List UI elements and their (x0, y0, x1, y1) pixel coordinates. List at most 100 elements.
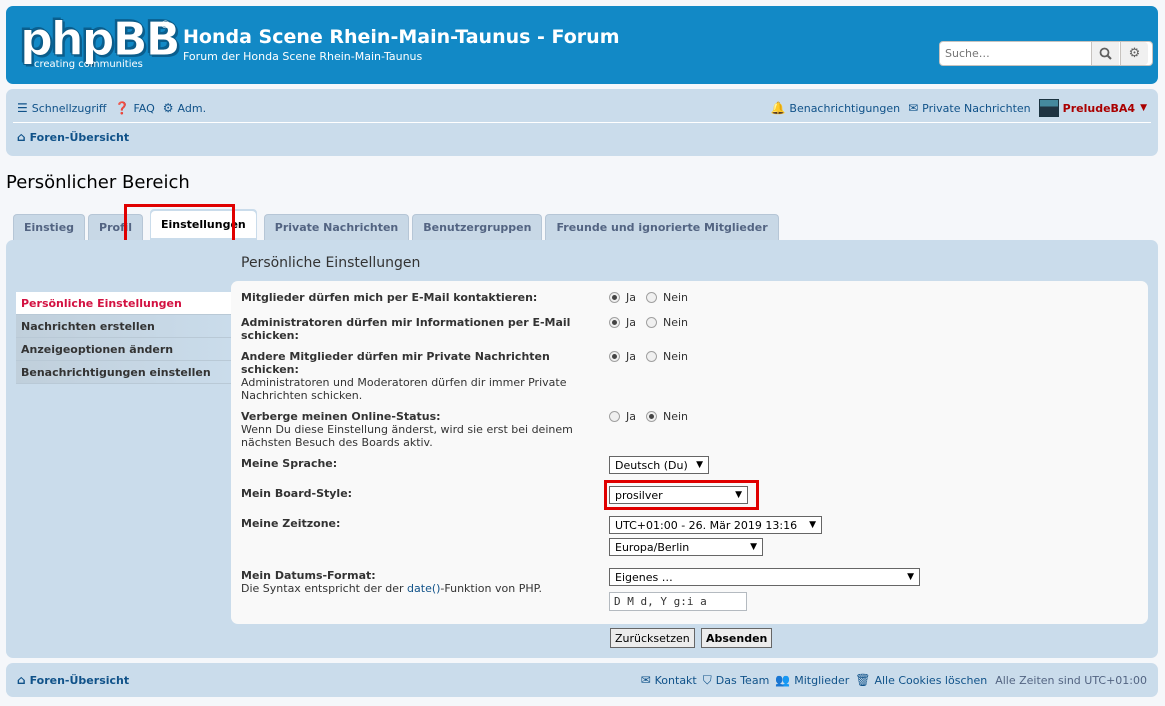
site-title[interactable]: Honda Scene Rhein-Main-Taunus - Forum (183, 26, 620, 48)
home-icon: ⌂ (17, 130, 26, 144)
user-menu[interactable]: PreludeBA4 ▼ (1038, 99, 1147, 117)
setting-label-text: Verberge meinen Online-Status: (241, 410, 441, 423)
radio-no-label: Nein (663, 291, 689, 304)
quicklinks-menu[interactable]: ☰ Schnellzugriff (17, 101, 107, 115)
radio-yes[interactable] (609, 317, 620, 328)
search-input[interactable] (940, 42, 1090, 65)
breadcrumb-home[interactable]: ⌂ Foren-Übersicht (17, 130, 129, 144)
logo-registered-mark: ® (160, 18, 171, 31)
username: PreludeBA4 (1062, 101, 1136, 115)
private-messages-link[interactable]: ✉ Private Nachrichten (908, 101, 1031, 115)
hamburger-icon: ☰ (17, 101, 28, 115)
hint-text: Die Syntax entspricht der der (241, 582, 408, 595)
setting-label: Mein Board-Style: (241, 487, 353, 500)
setting-hint: Wenn Du diese Einstellung änderst, wird … (241, 423, 573, 449)
footer-breadcrumb-label: Foren-Übersicht (29, 673, 130, 687)
side-item-personal-settings[interactable]: Persönliche Einstellungen (16, 292, 231, 315)
setting-label-text: Mein Datums-Format: (241, 569, 376, 582)
faq-label: FAQ (133, 101, 155, 115)
delete-cookies-label: Alle Cookies löschen (874, 673, 988, 687)
reset-button[interactable]: Zurücksetzen (610, 628, 695, 648)
avatar (1038, 99, 1059, 117)
envelope-icon: ✉ (640, 673, 651, 687)
users-icon: 👥 (775, 673, 791, 687)
navbar-divider (13, 122, 1151, 123)
radio-no[interactable] (646, 292, 657, 303)
setting-label: Mitglieder dürfen mich per E-Mail kontak… (241, 291, 538, 304)
radio-yes-label: Ja (626, 291, 636, 304)
language-value: Deutsch (Du) (615, 458, 688, 472)
team-link[interactable]: ⛉ Das Team (703, 673, 770, 688)
dropdown-arrow-icon: ▼ (809, 520, 816, 530)
quicklinks-label: Schnellzugriff (31, 101, 107, 115)
notifications-link[interactable]: 🔔 Benachrichtigungen (770, 101, 900, 115)
delete-cookies-link[interactable]: 🗑 Alle Cookies löschen (855, 673, 987, 687)
tab-usergroups[interactable]: Benutzergruppen (412, 214, 543, 240)
faq-link[interactable]: ❓ FAQ (115, 101, 155, 115)
members-label: Mitglieder (794, 673, 850, 687)
radio-no-label: Nein (663, 316, 689, 329)
logo-tagline: creating communities (34, 59, 143, 70)
shield-icon: ⛉ (702, 672, 712, 687)
setting-label: Meine Sprache: (241, 457, 338, 470)
timezone-region-value: Europa/Berlin (615, 540, 690, 554)
setting-label-text: Andere Mitglieder dürfen mir Private Nac… (241, 350, 550, 376)
timezone-region-select[interactable]: Europa/Berlin ▼ (609, 538, 763, 556)
navbar: ☰ Schnellzugriff ❓ FAQ ⚙ Adm. 🔔 Benachri… (6, 89, 1158, 156)
ucp-panel: Persönliche Einstellungen Persönliche Ei… (6, 240, 1158, 658)
search-button[interactable] (1091, 42, 1119, 65)
radio-yes[interactable] (609, 411, 620, 422)
radio-yes-label: Ja (626, 350, 636, 363)
members-link[interactable]: 👥 Mitglieder (775, 673, 849, 687)
side-item-notification-settings[interactable]: Benachrichtigungen einstellen (16, 361, 231, 384)
trash-icon: 🗑 (855, 673, 871, 687)
radio-no-label: Nein (663, 350, 689, 363)
breadcrumb-label: Foren-Übersicht (29, 130, 130, 144)
setting-label: Mein Datums-Format: Die Syntax entsprich… (241, 569, 586, 595)
dropdown-arrow-icon: ▼ (750, 542, 757, 552)
acp-link[interactable]: ⚙ Adm. (163, 101, 206, 115)
dateformat-select[interactable]: Eigenes … ▼ (609, 568, 920, 586)
tab-friends-foes[interactable]: Freunde und ignorierte Mitglieder (545, 214, 779, 240)
content-title: Persönliche Einstellungen (241, 255, 421, 271)
language-select[interactable]: Deutsch (Du) ▼ (609, 456, 709, 474)
private-messages-label: Private Nachrichten (922, 101, 1031, 115)
timezone-date-select[interactable]: UTC+01:00 - 26. Mär 2019 13:16 ▼ (609, 516, 822, 534)
custom-dateformat-input[interactable] (609, 592, 747, 611)
hint-text: -Funktion von PHP. (440, 582, 543, 595)
notifications-label: Benachrichtigungen (789, 101, 901, 115)
radio-yes[interactable] (609, 351, 620, 362)
cogs-icon: ⚙ (162, 101, 174, 115)
gear-icon: ⚙ (1128, 46, 1141, 61)
tab-overview[interactable]: Einstieg (13, 214, 86, 240)
setting-hint: Administratoren und Moderatoren dürfen d… (241, 376, 567, 402)
tab-private-messages[interactable]: Private Nachrichten (263, 214, 410, 240)
side-item-post-settings[interactable]: Nachrichten erstellen (16, 315, 231, 338)
contact-link[interactable]: ✉ Kontakt (641, 673, 697, 687)
settings-form: Mitglieder dürfen mich per E-Mail kontak… (231, 281, 1148, 624)
side-menu: Persönliche Einstellungen Nachrichten er… (16, 292, 231, 384)
team-label: Das Team (715, 673, 770, 687)
timezone-info: Alle Zeiten sind UTC+01:00 (995, 673, 1147, 687)
setting-hint: Die Syntax entspricht der der date()-Fun… (241, 582, 586, 595)
radio-no[interactable] (646, 351, 657, 362)
question-circle-icon: ❓ (114, 101, 130, 115)
php-date-link[interactable]: date() (407, 582, 440, 595)
bell-icon: 🔔 (770, 101, 786, 115)
radio-no[interactable] (646, 411, 657, 422)
logo-text: phpBB (20, 12, 182, 66)
footer-breadcrumb-home[interactable]: ⌂ Foren-Übersicht (17, 673, 129, 687)
site-description: Forum der Honda Scene Rhein-Main-Taunus (183, 50, 423, 63)
setting-label: Meine Zeitzone: (241, 517, 341, 530)
caret-down-icon: ▼ (1140, 103, 1147, 113)
advanced-search-button[interactable]: ⚙ (1120, 42, 1148, 65)
submit-button[interactable]: Absenden (701, 628, 773, 648)
radio-no[interactable] (646, 317, 657, 328)
side-item-view-settings[interactable]: Anzeigeoptionen ändern (16, 338, 231, 361)
radio-no-label: Nein (663, 410, 689, 423)
search-box: ⚙ (939, 41, 1153, 66)
radio-yes-label: Ja (626, 316, 636, 329)
setting-label: Andere Mitglieder dürfen mir Private Nac… (241, 350, 586, 402)
site-logo[interactable]: phpBB ® creating communities (20, 16, 182, 74)
radio-yes[interactable] (609, 292, 620, 303)
